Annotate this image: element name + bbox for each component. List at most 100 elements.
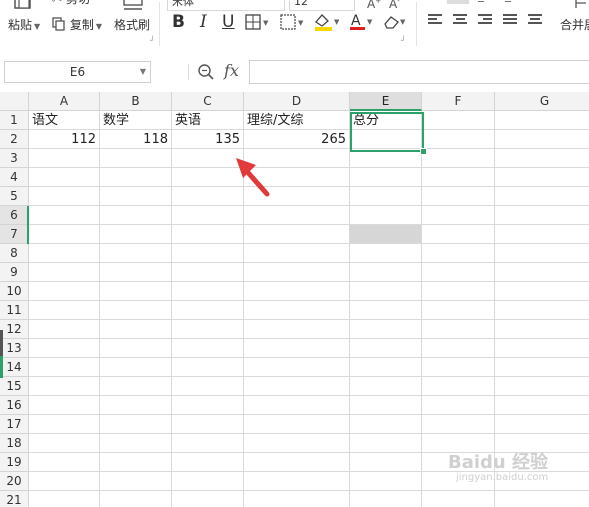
cell-c20[interactable] — [172, 472, 244, 491]
cell-e2[interactable] — [350, 130, 422, 149]
cell-g11[interactable] — [495, 301, 589, 320]
cell-b13[interactable] — [100, 339, 172, 358]
paste-button[interactable]: 粘贴 ▼ — [8, 18, 40, 34]
cell-d18[interactable] — [244, 434, 350, 453]
cell-c13[interactable] — [172, 339, 244, 358]
cell-d11[interactable] — [244, 301, 350, 320]
fill-color-icon[interactable]: ▼ — [313, 12, 343, 32]
cell-g15[interactable] — [495, 377, 589, 396]
row-header-19[interactable]: 19 — [0, 453, 29, 472]
left-edge-tab-accent[interactable] — [0, 356, 3, 378]
row-header-7[interactable]: 7 — [0, 225, 29, 244]
cell-f3[interactable] — [422, 149, 495, 168]
cell-a18[interactable] — [29, 434, 100, 453]
cell-d15[interactable] — [244, 377, 350, 396]
cell-c11[interactable] — [172, 301, 244, 320]
border-icon[interactable]: ▼ — [245, 14, 271, 30]
cell-b12[interactable] — [100, 320, 172, 339]
cell-b10[interactable] — [100, 282, 172, 301]
shrink-font-icon[interactable]: A- — [389, 0, 400, 11]
row-header-20[interactable]: 20 — [0, 472, 29, 491]
clipboard-expand-icon[interactable]: ┘ — [150, 34, 155, 48]
cell-d7[interactable] — [244, 225, 350, 244]
cell-b19[interactable] — [100, 453, 172, 472]
row-header-16[interactable]: 16 — [0, 396, 29, 415]
cell-b16[interactable] — [100, 396, 172, 415]
cell-b2[interactable]: 118 — [100, 130, 172, 149]
fill-handle[interactable] — [420, 148, 427, 155]
cell-a7[interactable] — [29, 225, 100, 244]
cell-e17[interactable] — [350, 415, 422, 434]
cell-f17[interactable] — [422, 415, 495, 434]
cell-f21[interactable] — [422, 491, 495, 507]
cell-d14[interactable] — [244, 358, 350, 377]
cell-c12[interactable] — [172, 320, 244, 339]
formula-input[interactable] — [249, 60, 589, 84]
cell-f4[interactable] — [422, 168, 495, 187]
cell-e3[interactable] — [350, 149, 422, 168]
fx-icon[interactable]: fx — [224, 61, 239, 80]
cell-c10[interactable] — [172, 282, 244, 301]
cell-f7[interactable] — [422, 225, 495, 244]
column-header-d[interactable]: D — [244, 92, 350, 111]
format-painter-button[interactable]: 格式刷 — [114, 18, 150, 32]
cell-d4[interactable] — [244, 168, 350, 187]
cell-c2[interactable]: 135 — [172, 130, 244, 149]
cell-g16[interactable] — [495, 396, 589, 415]
cell-f6[interactable] — [422, 206, 495, 225]
cell-c1[interactable]: 英语 — [172, 111, 244, 130]
row-header-5[interactable]: 5 — [0, 187, 29, 206]
cell-a3[interactable] — [29, 149, 100, 168]
cell-e10[interactable] — [350, 282, 422, 301]
cell-c16[interactable] — [172, 396, 244, 415]
cell-d19[interactable] — [244, 453, 350, 472]
cell-e20[interactable] — [350, 472, 422, 491]
cell-g8[interactable] — [495, 244, 589, 263]
cell-f11[interactable] — [422, 301, 495, 320]
cell-c15[interactable] — [172, 377, 244, 396]
cell-d12[interactable] — [244, 320, 350, 339]
cell-g13[interactable] — [495, 339, 589, 358]
cell-d13[interactable] — [244, 339, 350, 358]
row-header-15[interactable]: 15 — [0, 377, 29, 396]
distribute-icon[interactable] — [528, 14, 542, 28]
name-box[interactable]: E6 ▼ — [4, 61, 151, 83]
align-middle-icon[interactable]: ═ — [478, 0, 484, 7]
merge-icon[interactable] — [574, 0, 589, 12]
cell-f12[interactable] — [422, 320, 495, 339]
cell-c18[interactable] — [172, 434, 244, 453]
cell-a5[interactable] — [29, 187, 100, 206]
cell-c3[interactable] — [172, 149, 244, 168]
align-top-icon[interactable] — [447, 0, 469, 4]
cell-g17[interactable] — [495, 415, 589, 434]
align-bottom-icon[interactable]: ═ — [505, 0, 511, 7]
cell-f13[interactable] — [422, 339, 495, 358]
cell-g5[interactable] — [495, 187, 589, 206]
clear-icon[interactable]: ▼ — [381, 12, 409, 32]
cell-e4[interactable] — [350, 168, 422, 187]
cell-d1[interactable]: 理综/文综 — [244, 111, 350, 130]
cell-g2[interactable] — [495, 130, 589, 149]
align-left-icon[interactable] — [428, 14, 442, 28]
cell-c6[interactable] — [172, 206, 244, 225]
column-header-c[interactable]: C — [172, 92, 244, 111]
font-expand-icon[interactable]: ┘ — [401, 34, 406, 48]
cell-b3[interactable] — [100, 149, 172, 168]
cell-g3[interactable] — [495, 149, 589, 168]
cell-b4[interactable] — [100, 168, 172, 187]
cell-g21[interactable] — [495, 491, 589, 507]
cell-e15[interactable] — [350, 377, 422, 396]
italic-icon[interactable]: I — [200, 12, 207, 32]
row-header-10[interactable]: 10 — [0, 282, 29, 301]
cell-e19[interactable] — [350, 453, 422, 472]
cell-e18[interactable] — [350, 434, 422, 453]
cell-g1[interactable] — [495, 111, 589, 130]
cell-a2[interactable]: 112 — [29, 130, 100, 149]
cell-a17[interactable] — [29, 415, 100, 434]
cell-e5[interactable] — [350, 187, 422, 206]
cell-c8[interactable] — [172, 244, 244, 263]
row-header-2[interactable]: 2 — [0, 130, 29, 149]
cell-a1[interactable]: 语文 — [29, 111, 100, 130]
row-header-1[interactable]: 1 — [0, 111, 29, 130]
cell-f2[interactable] — [422, 130, 495, 149]
